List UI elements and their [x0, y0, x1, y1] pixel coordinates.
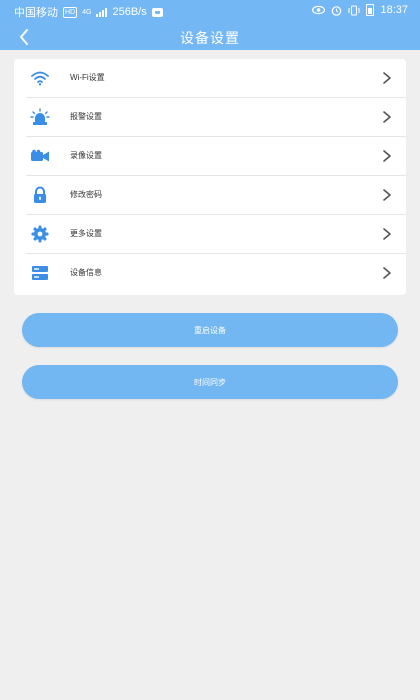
menu-item-wifi[interactable]: Wi-Fi设置	[14, 59, 406, 98]
gear-icon	[30, 224, 50, 244]
alarm-clock-icon	[332, 5, 342, 16]
status-bar: 中国移动 HD 4G 256B/s 18:37	[0, 0, 420, 22]
chevron-right-icon	[383, 189, 391, 201]
menu-item-label: 报警设置	[70, 112, 102, 121]
carrier-name: 中国移动	[14, 7, 58, 19]
video-camera-icon	[30, 146, 50, 166]
menu-item-alarm[interactable]: 报警设置	[14, 98, 406, 137]
restart-device-button[interactable]: 重启设备	[22, 313, 398, 347]
top-bar: 中国移动 HD 4G 256B/s 18:37 设备设置	[0, 0, 420, 50]
chevron-right-icon	[383, 267, 391, 279]
message-icon	[151, 7, 163, 17]
menu-item-change-password[interactable]: 修改密码	[14, 176, 406, 215]
status-right: 18:37	[312, 4, 408, 16]
chevron-right-icon	[383, 72, 391, 84]
status-time: 18:37	[380, 4, 408, 16]
menu-item-label: 修改密码	[70, 190, 102, 199]
network-speed: 256B/s	[112, 6, 147, 18]
menu-item-label: 更多设置	[70, 229, 102, 238]
menu-item-label: Wi-Fi设置	[70, 73, 105, 82]
lock-icon	[30, 185, 50, 205]
menu-item-recording[interactable]: 录像设置	[14, 137, 406, 176]
chevron-right-icon	[383, 150, 391, 162]
eye-icon	[312, 5, 326, 15]
settings-menu: Wi-Fi设置 报警设置 录像设置 修改密码 更多设置 设备信息	[14, 59, 406, 295]
alarm-icon	[30, 107, 50, 127]
signal-icon	[96, 7, 108, 17]
wifi-icon	[30, 68, 50, 88]
menu-item-label: 录像设置	[70, 151, 102, 160]
menu-item-label: 设备信息	[70, 268, 102, 277]
hd-badge: HD	[63, 6, 78, 18]
time-sync-button[interactable]: 时间同步	[22, 365, 398, 399]
nav-bar: 设备设置	[0, 22, 420, 50]
battery-icon	[366, 4, 375, 16]
network-type: 4G	[82, 8, 92, 16]
status-left: 中国移动 HD 4G 256B/s	[14, 4, 163, 20]
menu-item-device-info[interactable]: 设备信息	[14, 254, 406, 293]
device-info-icon	[30, 263, 50, 283]
page-title: 设备设置	[180, 30, 240, 46]
chevron-right-icon	[383, 228, 391, 240]
chevron-right-icon	[383, 111, 391, 123]
menu-item-more-settings[interactable]: 更多设置	[14, 215, 406, 254]
vibrate-icon	[348, 4, 360, 16]
